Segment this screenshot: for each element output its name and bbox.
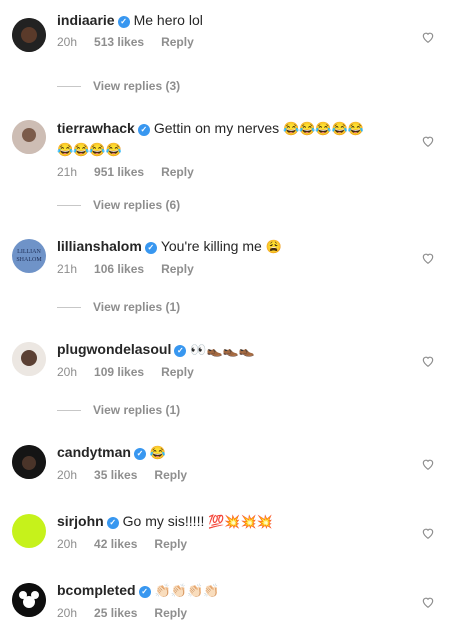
verified-badge-icon: ✓ xyxy=(106,517,119,529)
comment-text: Gettin on my nerves xyxy=(153,120,280,136)
avatar[interactable] xyxy=(12,120,46,154)
timestamp: 20h xyxy=(57,468,78,482)
verified-badge-icon: ✓ xyxy=(144,242,157,254)
view-replies-button[interactable]: View replies (1) xyxy=(57,403,180,417)
view-replies-button[interactable]: View replies (1) xyxy=(57,300,180,314)
likes-count[interactable]: 109 likes xyxy=(94,365,144,379)
likes-count[interactable]: 106 likes xyxy=(94,262,144,276)
username[interactable]: candytman xyxy=(57,444,131,460)
username[interactable]: indiaarie xyxy=(57,12,115,28)
comment-emoji: 👀👞👞👞 xyxy=(190,342,256,357)
timestamp: 20h xyxy=(57,606,78,620)
avatar[interactable] xyxy=(12,342,46,376)
heart-icon[interactable] xyxy=(421,526,435,540)
reply-button[interactable]: Reply xyxy=(161,35,194,49)
avatar[interactable] xyxy=(12,18,46,52)
reply-button[interactable]: Reply xyxy=(161,262,194,276)
heart-icon[interactable] xyxy=(421,354,435,368)
timestamp: 20h xyxy=(57,365,78,379)
heart-icon[interactable] xyxy=(421,134,435,148)
view-replies-button[interactable]: View replies (3) xyxy=(57,79,180,93)
comment-emoji: 😂😂😂😂😂 xyxy=(283,121,364,136)
comment-text: Me hero lol xyxy=(133,12,203,28)
username[interactable]: plugwondelasoul xyxy=(57,341,171,357)
reply-button[interactable]: Reply xyxy=(161,165,194,179)
timestamp: 20h xyxy=(57,537,78,551)
verified-badge-icon: ✓ xyxy=(133,448,146,460)
username[interactable]: sirjohn xyxy=(57,513,104,529)
likes-count[interactable]: 951 likes xyxy=(94,165,144,179)
verified-badge-icon: ✓ xyxy=(137,124,150,136)
avatar[interactable]: LILLIAN SHALOM xyxy=(12,239,46,273)
avatar[interactable] xyxy=(12,445,46,479)
verified-badge-icon: ✓ xyxy=(174,345,187,357)
heart-icon[interactable] xyxy=(421,457,435,471)
timestamp: 21h xyxy=(57,165,78,179)
avatar[interactable] xyxy=(12,583,46,617)
heart-icon[interactable] xyxy=(421,251,435,265)
verified-badge-icon: ✓ xyxy=(138,586,151,598)
avatar-text: LILLIAN SHALOM xyxy=(16,249,42,263)
likes-count[interactable]: 42 likes xyxy=(94,537,137,551)
comment-text: You're killing me xyxy=(160,238,262,254)
username[interactable]: lillianshalom xyxy=(57,238,142,254)
likes-count[interactable]: 35 likes xyxy=(94,468,137,482)
verified-badge-icon: ✓ xyxy=(117,16,130,28)
comment-emoji: 😂😂😂😂 xyxy=(57,142,122,157)
view-replies-button[interactable]: View replies (6) xyxy=(57,198,180,212)
likes-count[interactable]: 513 likes xyxy=(94,35,144,49)
avatar[interactable] xyxy=(12,514,46,548)
comment-text: Go my sis!!!!! xyxy=(122,513,205,529)
reply-button[interactable]: Reply xyxy=(154,606,187,620)
reply-button[interactable]: Reply xyxy=(161,365,194,379)
reply-button[interactable]: Reply xyxy=(154,468,187,482)
username[interactable]: tierrawhack xyxy=(57,120,135,136)
username[interactable]: bcompleted xyxy=(57,582,136,598)
comment-emoji: 😩 xyxy=(265,239,282,254)
comment-emoji: 👏🏻👏🏻👏🏻👏🏻 xyxy=(154,583,220,598)
likes-count[interactable]: 25 likes xyxy=(94,606,137,620)
timestamp: 21h xyxy=(57,262,78,276)
heart-icon[interactable] xyxy=(421,595,435,609)
timestamp: 20h xyxy=(57,35,78,49)
comment-emoji: 💯💥💥💥 xyxy=(208,514,273,529)
reply-button[interactable]: Reply xyxy=(154,537,187,551)
heart-icon[interactable] xyxy=(421,30,435,44)
comment-emoji: 😂 xyxy=(149,445,167,460)
